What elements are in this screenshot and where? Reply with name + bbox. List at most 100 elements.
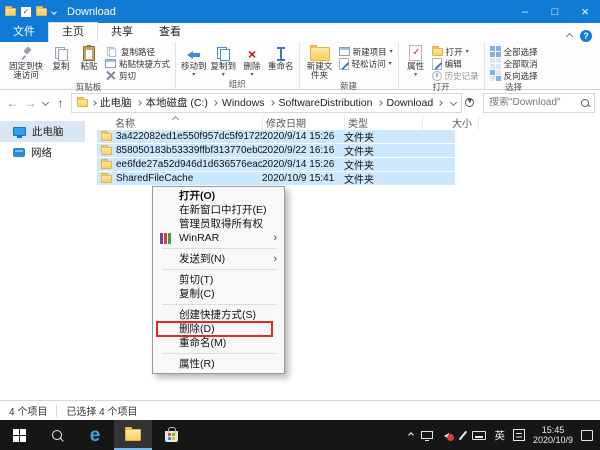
menu-item-winrar[interactable]: WinRAR ›	[153, 231, 284, 245]
taskbar-clock[interactable]: 15:45 2020/10/9	[533, 425, 573, 445]
close-button[interactable]: ×	[570, 0, 600, 23]
window-title: Download	[67, 6, 116, 18]
minimize-ribbon-icon[interactable]	[566, 32, 573, 39]
menu-item-open-new-window[interactable]: 在新窗口中打开(E)	[153, 203, 284, 217]
taskbar-explorer-button[interactable]	[114, 420, 152, 450]
taskbar-store-button[interactable]	[152, 420, 190, 450]
tab-home[interactable]: 主页	[48, 22, 98, 42]
column-header-size[interactable]: 大小	[423, 115, 479, 130]
file-row-2[interactable]: 858050183b53339ffbf313770eb069db 2020/9/…	[97, 144, 455, 157]
paste-shortcut-button[interactable]: 粘贴快捷方式	[105, 58, 170, 69]
move-to-button[interactable]: 移动到 ▾	[181, 44, 207, 78]
cut-button[interactable]: 剪切	[105, 70, 170, 81]
tab-view[interactable]: 查看	[146, 23, 194, 42]
ime-icon[interactable]	[513, 429, 525, 441]
file-row-4[interactable]: SharedFileCache 2020/10/9 15:41 文件夹	[97, 172, 455, 185]
menu-item-send-to[interactable]: 发送到(N) ›	[153, 252, 284, 266]
crumb-separator-icon	[212, 100, 218, 106]
language-indicator[interactable]: 英	[494, 428, 505, 443]
search-input[interactable]	[489, 97, 581, 108]
breadcrumb-local-disk-c[interactable]: 本地磁盘 (C:)	[146, 95, 208, 110]
edge-icon: e	[90, 426, 101, 445]
file-explorer-icon	[125, 429, 141, 441]
taskbar-edge-button[interactable]: e	[76, 420, 114, 450]
menu-item-rename[interactable]: 重命名(M)	[153, 336, 284, 350]
sidebar-item-this-pc[interactable]: 此电脑	[0, 121, 85, 142]
copy-button[interactable]: 复制	[49, 44, 73, 71]
back-button[interactable]: ←	[5, 96, 20, 110]
minimize-button[interactable]: –	[510, 0, 540, 23]
quick-access-properties-icon[interactable]: ✓	[21, 7, 31, 17]
menu-item-properties[interactable]: 属性(R)	[153, 357, 284, 371]
action-center-icon[interactable]	[581, 430, 593, 441]
history-button[interactable]: 历史记录	[432, 70, 479, 81]
touch-keyboard-icon[interactable]	[472, 431, 486, 440]
delete-button[interactable]: × 删除 ▾	[240, 44, 264, 78]
recent-locations-dropdown-icon[interactable]	[42, 99, 49, 106]
folder-icon	[101, 133, 112, 141]
tab-share[interactable]: 共享	[98, 23, 146, 42]
menu-separator	[162, 269, 277, 270]
open-button[interactable]: 打开 ▾	[432, 46, 479, 57]
breadcrumb-download[interactable]: Download	[387, 97, 434, 109]
up-button[interactable]: ↑	[53, 96, 68, 110]
menu-item-copy[interactable]: 复制(C)	[153, 287, 284, 301]
new-folder-button[interactable]: 新建文件夹	[305, 44, 335, 80]
menu-item-create-shortcut[interactable]: 创建快捷方式(S)	[153, 308, 284, 322]
quick-access-folder-icon[interactable]	[36, 8, 47, 16]
tab-file[interactable]: 文件	[0, 23, 48, 42]
easy-access-button[interactable]: 轻松访问 ▾	[339, 58, 393, 69]
network-tray-icon[interactable]	[421, 431, 433, 439]
pin-to-quick-access-button[interactable]: 固定到快速访问	[7, 44, 45, 80]
location-folder-icon	[77, 99, 88, 107]
quick-access-toolbar-dropdown-icon[interactable]	[51, 9, 57, 15]
edit-button[interactable]: 编辑	[432, 58, 479, 69]
breadcrumb-softwaredistribution[interactable]: SoftwareDistribution	[279, 97, 373, 109]
menu-item-admin-ownership[interactable]: 管理员取得所有权	[153, 217, 284, 231]
sort-ascending-icon	[172, 116, 179, 123]
column-header-name[interactable]: 名称	[85, 115, 263, 130]
copy-path-button[interactable]: 复制路径	[105, 46, 170, 57]
ribbon-group-select: 全部选择 全部取消 反向选择 选择	[485, 42, 543, 89]
hidden-icons-chevron-icon[interactable]	[409, 432, 415, 438]
menu-item-cut[interactable]: 剪切(T)	[153, 273, 284, 287]
submenu-arrow-icon: ›	[273, 252, 277, 266]
menu-item-delete[interactable]: 删除(D)	[153, 322, 284, 336]
new-item-button[interactable]: 新建项目 ▾	[339, 46, 393, 57]
help-icon[interactable]: ?	[580, 30, 592, 42]
start-button[interactable]	[0, 420, 38, 450]
select-all-button[interactable]: 全部选择	[490, 46, 538, 57]
breadcrumb-windows[interactable]: Windows	[222, 97, 265, 109]
pen-icon[interactable]	[459, 430, 468, 440]
properties-button[interactable]: ✓ 属性 ▾	[404, 44, 428, 78]
column-header-date[interactable]: 修改日期	[263, 115, 345, 130]
copy-to-button[interactable]: 复制到 ▾	[211, 44, 237, 78]
select-none-button[interactable]: 全部取消	[490, 58, 538, 69]
file-row-3[interactable]: ee6fde27a52d946d1d636576eac64969 2020/9/…	[97, 158, 455, 171]
item-count: 4 个项目	[9, 403, 47, 418]
rename-button[interactable]: 重命名	[268, 44, 294, 71]
search-icon[interactable]	[581, 99, 589, 107]
selected-count: 已选择 4 个项目	[66, 403, 137, 418]
forward-button[interactable]: →	[23, 96, 38, 110]
maximize-button[interactable]: □	[540, 0, 570, 23]
crumb-separator-icon	[91, 100, 97, 106]
volume-muted-icon[interactable]	[441, 430, 454, 441]
crumb-separator-icon	[136, 100, 142, 106]
file-row-1[interactable]: 3a422082ed1e550f957dc5f917256862 2020/9/…	[97, 130, 455, 143]
tray-time: 15:45	[533, 425, 573, 435]
breadcrumb-this-pc[interactable]: 此电脑	[100, 95, 132, 110]
menu-item-open[interactable]: 打开(O)	[153, 189, 284, 203]
column-headers: 名称 修改日期 类型 大小	[85, 115, 600, 130]
search-box[interactable]	[483, 93, 595, 113]
address-breadcrumb[interactable]: 此电脑 本地磁盘 (C:) Windows SoftwareDistributi…	[71, 93, 462, 113]
paste-button[interactable]: 粘贴	[77, 44, 101, 71]
dropdown-caret: ▾	[389, 61, 392, 67]
column-header-type[interactable]: 类型	[345, 115, 423, 130]
invert-selection-button[interactable]: 反向选择	[490, 70, 538, 81]
taskbar-search-button[interactable]	[38, 420, 76, 450]
address-history-dropdown-icon[interactable]	[450, 99, 457, 106]
refresh-icon[interactable]	[465, 98, 474, 107]
dropdown-caret: ▾	[414, 72, 417, 78]
sidebar-item-network[interactable]: 网络	[0, 142, 85, 163]
